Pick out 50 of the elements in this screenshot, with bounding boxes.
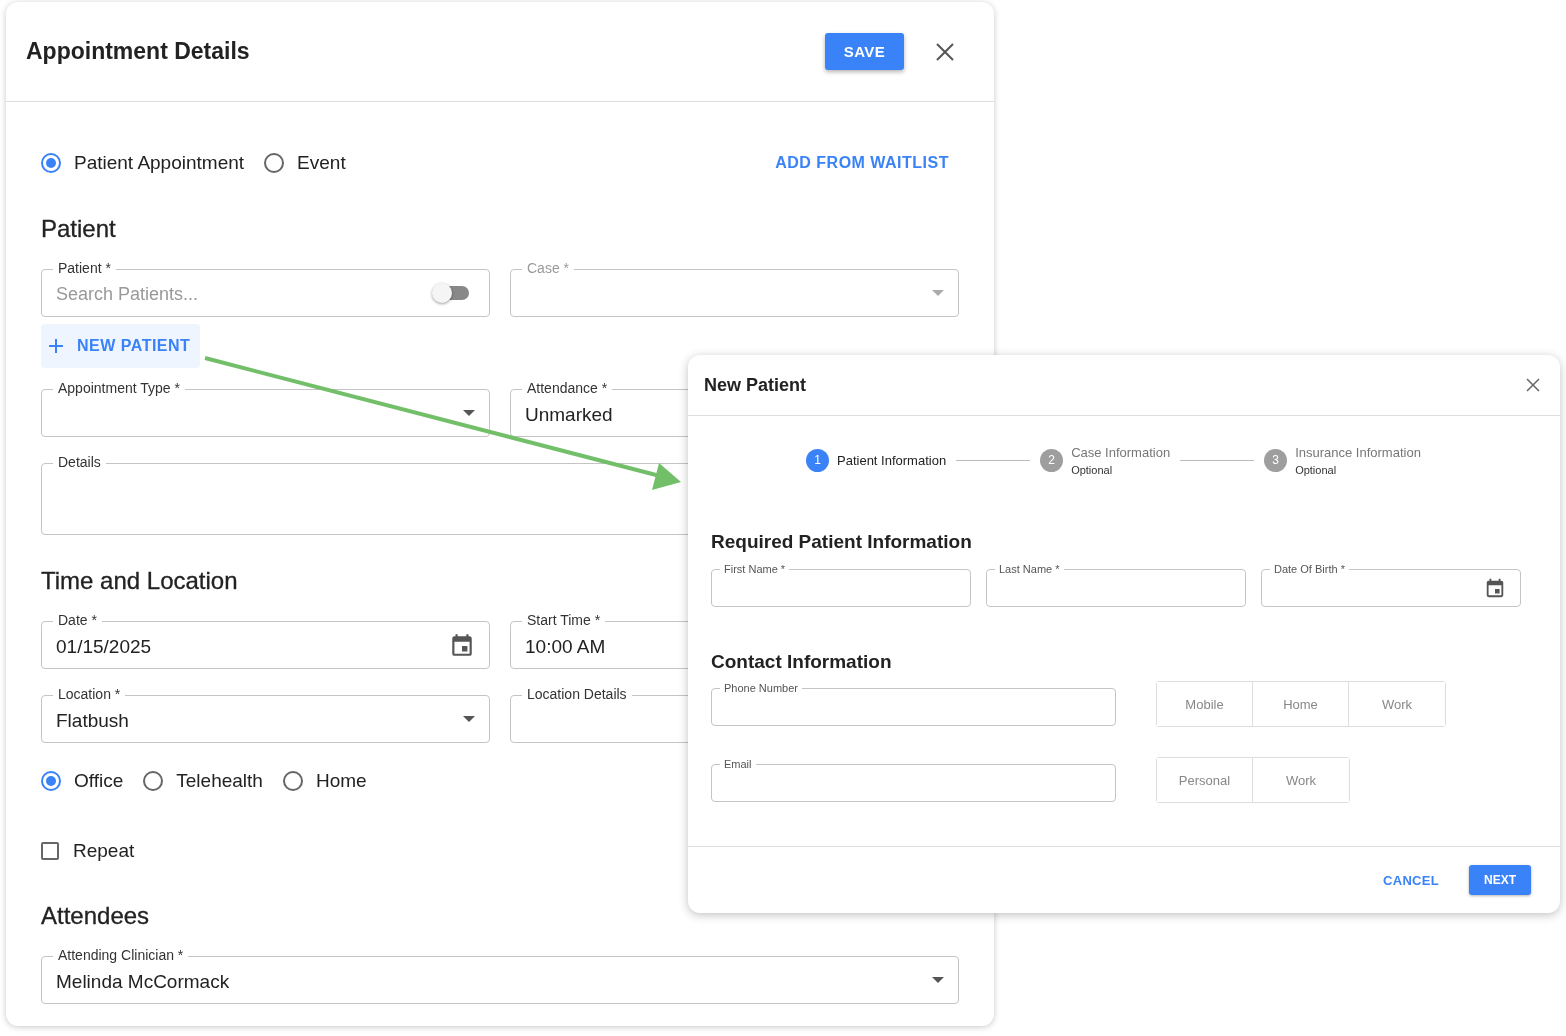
field-label: Appointment Type * <box>53 380 185 397</box>
radio-label: Patient Appointment <box>74 152 245 174</box>
field-label: Last Name * <box>995 563 1064 576</box>
field-label: First Name * <box>720 563 790 576</box>
section-heading: Attendees <box>41 902 150 930</box>
radio-label: Home <box>315 770 367 792</box>
field-label: Email <box>720 758 756 771</box>
step-sublabel: Optional <box>1295 463 1338 476</box>
checkbox[interactable] <box>41 842 59 860</box>
toggle-switch[interactable] <box>435 286 469 300</box>
step-number: 2 <box>1040 448 1064 472</box>
dialog-title: New Patient <box>704 374 807 396</box>
new-patient-button[interactable]: NEW PATIENT <box>41 324 201 368</box>
dropdown-caret-icon[interactable] <box>932 977 944 983</box>
step-label: Insurance Information <box>1295 444 1421 460</box>
close-icon[interactable] <box>936 42 954 61</box>
save-button[interactable]: SAVE <box>825 33 904 70</box>
step-label: Case Information <box>1071 444 1171 460</box>
plus-icon <box>49 339 63 353</box>
section-heading: Time and Location <box>41 567 238 595</box>
add-from-waitlist-link[interactable]: ADD FROM WAITLIST <box>775 154 949 172</box>
step-sublabel: Optional <box>1071 463 1114 476</box>
radio-button[interactable] <box>264 153 285 173</box>
step-number: 3 <box>1264 448 1288 472</box>
step-label: Patient Information <box>837 452 947 468</box>
calendar-icon[interactable] <box>1484 577 1506 599</box>
cancel-button[interactable]: CANCEL <box>1377 871 1445 889</box>
step-number: 1 <box>806 448 829 472</box>
radio-button[interactable] <box>41 771 61 791</box>
radio-label: Telehealth <box>176 770 263 792</box>
toggle-button[interactable]: Mobile <box>1157 682 1253 726</box>
radio-button[interactable] <box>41 153 61 173</box>
section-heading: Patient <box>41 215 116 243</box>
toggle-button[interactable]: Personal <box>1157 758 1253 802</box>
next-button[interactable]: NEXT <box>1469 865 1531 895</box>
radio-label: Office <box>74 770 124 792</box>
section-heading: Required Patient Information <box>711 531 972 553</box>
checkbox-label: Repeat <box>73 840 135 862</box>
radio-button[interactable] <box>143 771 164 791</box>
field-label: Phone Number <box>720 682 802 695</box>
radio-label: Event <box>297 152 346 174</box>
section-heading: Contact Information <box>711 651 892 673</box>
field-label: Date Of Birth * <box>1270 563 1349 576</box>
field-label: Attending Clinician * <box>53 947 189 964</box>
dropdown-caret-icon[interactable] <box>463 716 475 722</box>
radio-button[interactable] <box>282 771 303 791</box>
dropdown-caret-icon[interactable] <box>463 410 475 416</box>
dialog-title: Appointment Details <box>26 38 250 65</box>
calendar-icon[interactable] <box>449 632 475 658</box>
close-icon[interactable] <box>1526 378 1540 392</box>
